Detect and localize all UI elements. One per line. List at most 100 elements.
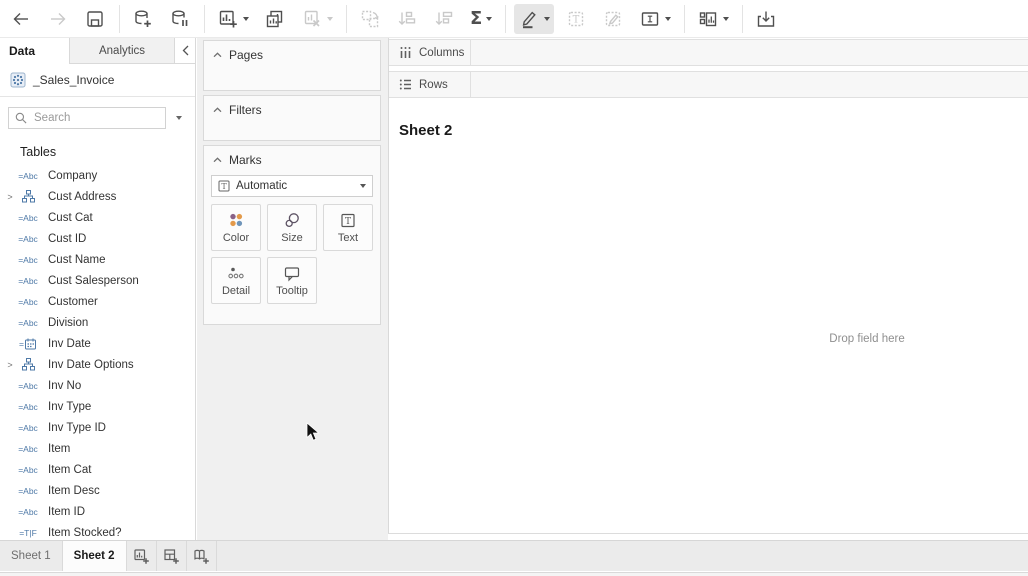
detail-label: Detail xyxy=(222,285,250,297)
sort-ascending-icon[interactable] xyxy=(392,4,422,34)
dropdown-caret-icon[interactable] xyxy=(327,17,333,21)
field-row[interactable]: =AbcItem xyxy=(0,438,195,459)
duplicate-sheet-icon[interactable] xyxy=(260,4,290,34)
collapse-chevron-icon[interactable] xyxy=(213,107,222,113)
tab-sheet-2[interactable]: Sheet 2 xyxy=(63,541,127,571)
dropdown-caret-icon[interactable] xyxy=(665,17,671,21)
mark-buttons: Color Size T Text Detail Tooltip xyxy=(211,204,373,304)
new-worksheet-icon[interactable] xyxy=(213,4,253,34)
field-label: Inv Type xyxy=(48,401,91,413)
field-row[interactable]: =AbcCust Salesperson xyxy=(0,270,195,291)
field-row[interactable]: =T|FItem Stocked? xyxy=(0,522,195,540)
download-icon[interactable] xyxy=(751,4,781,34)
columns-shelf-label: Columns xyxy=(389,40,471,65)
field-label: Inv Date Options xyxy=(48,359,134,371)
new-data-source-icon[interactable] xyxy=(128,4,158,34)
tooltip-button[interactable]: Tooltip xyxy=(267,257,317,304)
dropdown-caret-icon[interactable] xyxy=(243,17,249,21)
detail-button[interactable]: Detail xyxy=(211,257,261,304)
field-label: Cust Salesperson xyxy=(48,275,139,287)
dropdown-caret-icon[interactable] xyxy=(544,17,550,21)
tab-data[interactable]: Data xyxy=(0,38,70,64)
calc-string-icon: =Abc xyxy=(15,381,41,391)
tab-analytics[interactable]: Analytics xyxy=(70,38,175,64)
field-row[interactable]: =AbcCust Name xyxy=(0,249,195,270)
field-row[interactable]: =AbcItem ID xyxy=(0,501,195,522)
sheet-canvas: Columns Rows Sheet 2 Drop field here xyxy=(388,38,1028,534)
totals-icon[interactable]: Σ xyxy=(466,4,496,34)
new-worksheet-icon xyxy=(133,548,150,565)
field-row[interactable]: =Abc Item Cat xyxy=(0,459,195,480)
save-icon[interactable] xyxy=(80,4,110,34)
field-row[interactable]: =Inv Date xyxy=(0,333,195,354)
calc-string-icon: =Abc xyxy=(15,465,41,475)
data-panel-tabs: Data Analytics xyxy=(0,38,195,64)
text-mark-icon: T xyxy=(218,180,230,192)
new-story-button[interactable] xyxy=(187,541,217,571)
field-row[interactable]: > Inv Date Options xyxy=(0,354,195,375)
collapse-chevron-icon[interactable] xyxy=(213,52,222,58)
field-label: Item Stocked? xyxy=(48,527,122,539)
show-me-icon[interactable] xyxy=(693,4,733,34)
field-row[interactable]: =AbcItem Desc xyxy=(0,480,195,501)
collapse-pane-button[interactable] xyxy=(175,38,195,64)
sort-descending-icon[interactable] xyxy=(429,4,459,34)
calc-string-icon: =Abc xyxy=(15,318,41,328)
drop-field-hint[interactable]: Drop field here xyxy=(829,333,904,345)
text-button[interactable]: T Text xyxy=(323,204,373,251)
dropdown-caret-icon[interactable] xyxy=(723,17,729,21)
columns-shelf-dropzone[interactable] xyxy=(471,40,1028,65)
field-row[interactable]: =Abc Inv Type ID xyxy=(0,417,195,438)
highlight-icon[interactable] xyxy=(514,4,554,34)
search-options-caret-icon[interactable] xyxy=(176,116,182,120)
undo-back-icon[interactable] xyxy=(6,4,36,34)
mark-type-dropdown[interactable]: T Automatic xyxy=(211,175,373,197)
field-row[interactable]: =AbcCustomer xyxy=(0,291,195,312)
new-worksheet-button[interactable] xyxy=(127,541,157,571)
fit-view-icon[interactable] xyxy=(635,4,675,34)
filters-card[interactable]: Filters xyxy=(203,95,381,141)
shelves-column: Pages Filters Marks T Automatic Color Si… xyxy=(197,38,388,540)
search-input[interactable]: Search xyxy=(8,107,166,129)
pause-auto-updates-icon[interactable] xyxy=(165,4,195,34)
field-label: Inv Type ID xyxy=(48,422,106,434)
field-row[interactable]: >Cust Address xyxy=(0,186,195,207)
expand-chevron-icon[interactable]: > xyxy=(5,192,15,202)
calc-string-icon: =Abc xyxy=(15,423,41,433)
calc-date-icon: = xyxy=(15,338,41,350)
field-row[interactable]: =AbcInv Type xyxy=(0,396,195,417)
field-row[interactable]: =AbcCust Cat xyxy=(0,207,195,228)
columns-shelf: Columns xyxy=(389,39,1028,66)
svg-text:T: T xyxy=(573,14,580,25)
expand-chevron-icon[interactable]: > xyxy=(5,360,15,370)
show-mark-labels-icon[interactable]: T xyxy=(561,4,591,34)
pages-card[interactable]: Pages xyxy=(203,40,381,91)
size-button[interactable]: Size xyxy=(267,204,317,251)
field-row[interactable]: =AbcCompany xyxy=(0,165,195,186)
hierarchy-icon xyxy=(15,190,41,203)
data-source-icon xyxy=(10,72,26,88)
field-row[interactable]: =AbcDivision xyxy=(0,312,195,333)
color-button[interactable]: Color xyxy=(211,204,261,251)
collapse-chevron-icon[interactable] xyxy=(213,157,222,163)
format-icon[interactable] xyxy=(598,4,628,34)
new-dashboard-icon xyxy=(163,548,180,565)
search-icon xyxy=(15,112,27,124)
swap-rows-columns-icon[interactable] xyxy=(355,4,385,34)
dropdown-caret-icon[interactable] xyxy=(360,184,366,188)
field-row[interactable]: =Abc Inv No xyxy=(0,375,195,396)
field-row[interactable]: =AbcCust ID xyxy=(0,228,195,249)
field-label: Inv No xyxy=(48,380,81,392)
field-label: Item Cat xyxy=(48,464,91,476)
tab-sheet-1[interactable]: Sheet 1 xyxy=(0,541,63,571)
svg-text:T: T xyxy=(345,216,351,226)
clear-sheet-icon[interactable] xyxy=(297,4,337,34)
search-placeholder: Search xyxy=(34,112,70,124)
rows-shelf-dropzone[interactable] xyxy=(471,72,1028,97)
new-dashboard-button[interactable] xyxy=(157,541,187,571)
dropdown-caret-icon[interactable] xyxy=(486,17,492,21)
chevron-left-icon xyxy=(182,45,189,56)
sheet-tab-bar: Sheet 1 Sheet 2 xyxy=(0,540,1028,571)
redo-forward-icon[interactable] xyxy=(43,4,73,34)
datasource-row[interactable]: _Sales_Invoice xyxy=(0,64,195,97)
